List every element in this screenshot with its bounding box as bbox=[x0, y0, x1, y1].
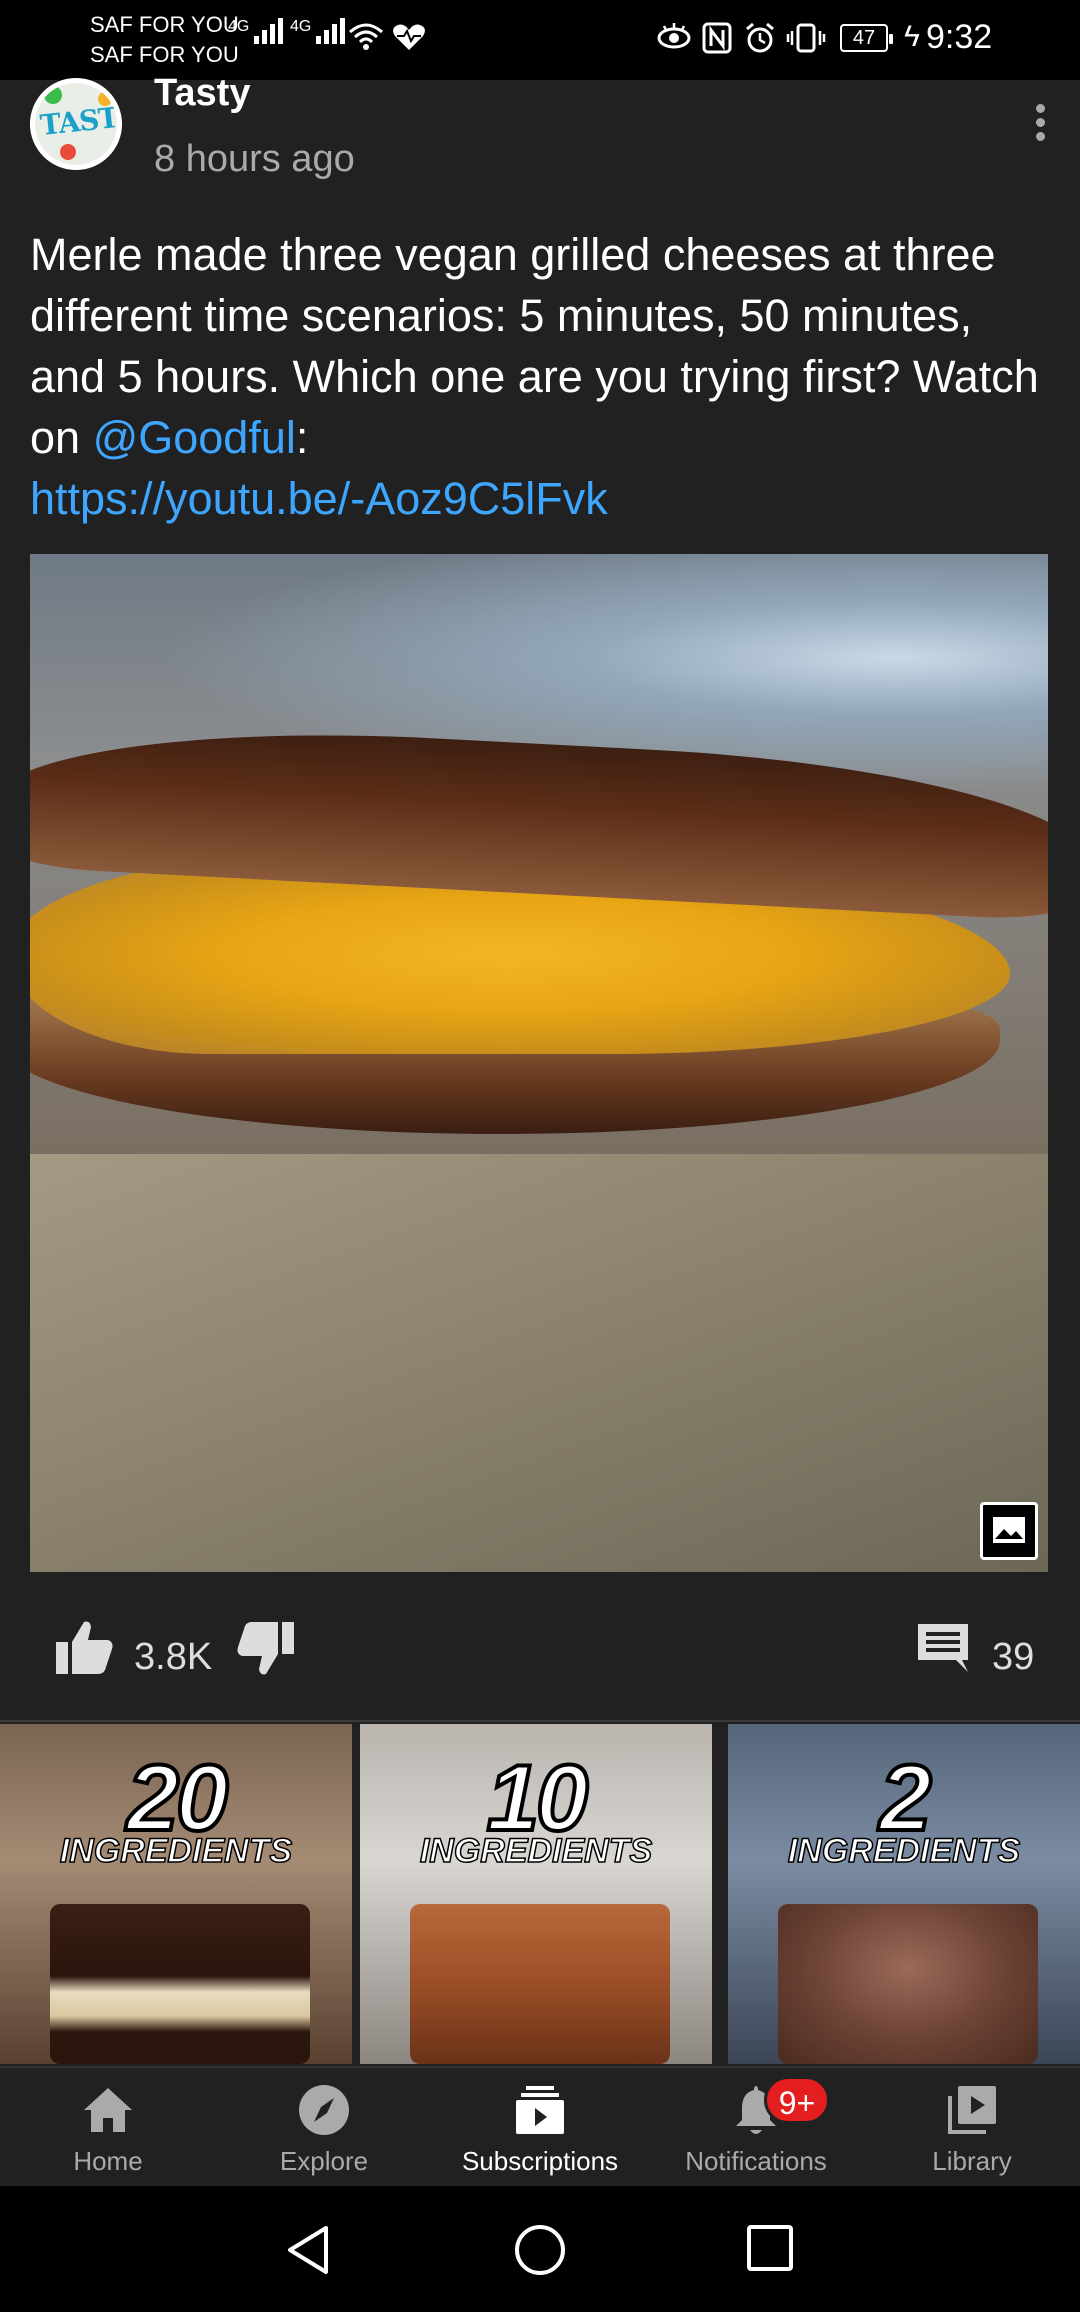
signal-1-icon: 4G bbox=[228, 18, 284, 44]
notifications-badge: 9+ bbox=[764, 2076, 830, 2124]
health-heart-icon bbox=[393, 24, 425, 50]
nav-subscriptions-label: Subscriptions bbox=[461, 2146, 619, 2176]
carrier-2: SAF FOR YOU bbox=[90, 42, 239, 67]
carrier-1: SAF FOR YOU bbox=[90, 12, 239, 37]
nav-library[interactable]: Library bbox=[864, 2068, 1080, 2186]
carrier-labels: SAF FOR YOU SAF FOR YOU bbox=[90, 10, 239, 70]
network-2-label: 4G bbox=[290, 18, 312, 35]
like-icon[interactable] bbox=[54, 1618, 114, 1676]
comment-count: 39 bbox=[992, 1636, 1035, 1678]
comment-icon[interactable] bbox=[916, 1620, 970, 1674]
recents-icon[interactable] bbox=[746, 2224, 794, 2272]
subscriptions-icon bbox=[516, 2086, 564, 2134]
eye-comfort-icon bbox=[657, 23, 691, 49]
library-icon bbox=[948, 2086, 996, 2134]
nav-library-label: Library bbox=[932, 2146, 1012, 2176]
nav-subscriptions[interactable]: Subscriptions bbox=[432, 2068, 648, 2186]
thumbnail-label: INGREDIENTS bbox=[419, 1831, 653, 1871]
home-circle-icon[interactable] bbox=[514, 2224, 566, 2276]
mention-link[interactable]: @Goodful bbox=[93, 412, 296, 463]
divider bbox=[0, 1720, 1080, 1722]
signal-2-icon: 4G bbox=[290, 18, 346, 44]
post-timestamp: 8 hours ago bbox=[154, 138, 355, 180]
nav-explore-label: Explore bbox=[279, 2146, 369, 2176]
brownie-image bbox=[778, 1904, 1038, 2064]
wifi-icon bbox=[349, 23, 383, 50]
nfc-icon bbox=[702, 22, 732, 54]
post-image[interactable] bbox=[30, 554, 1048, 1572]
battery-indicator: 47 bbox=[840, 24, 893, 52]
thumbnail-10-ingredients[interactable]: 10 INGREDIENTS bbox=[360, 1724, 712, 2064]
image-icon bbox=[980, 1502, 1038, 1560]
home-icon bbox=[84, 2088, 132, 2132]
brownie-image bbox=[410, 1904, 670, 2064]
nav-explore[interactable]: Explore bbox=[216, 2068, 432, 2186]
post-text: Merle made three vegan grilled cheeses a… bbox=[30, 224, 1050, 529]
channel-name[interactable]: Tasty bbox=[154, 72, 250, 115]
network-1-label: 4G bbox=[228, 18, 250, 35]
thumbnail-2-ingredients[interactable]: 2 INGREDIENTS bbox=[728, 1724, 1080, 2064]
nav-notifications-label: Notifications bbox=[685, 2146, 827, 2176]
status-bar: SAF FOR YOU SAF FOR YOU 4G 4G 47 ϟ 9:32 bbox=[0, 0, 1080, 80]
compass-icon bbox=[299, 2085, 349, 2135]
nav-notifications[interactable]: Notifications bbox=[648, 2068, 864, 2186]
post-actions: 3.8K 39 bbox=[0, 1598, 1080, 1718]
thumbnail-20-ingredients[interactable]: 20 INGREDIENTS bbox=[0, 1724, 352, 2064]
video-url-link[interactable]: https://youtu.be/-Aoz9C5lFvk bbox=[30, 473, 608, 524]
table-surface bbox=[30, 1154, 1048, 1572]
brownie-image bbox=[50, 1904, 310, 2064]
back-icon[interactable] bbox=[284, 2224, 332, 2276]
thumbnail-label: INGREDIENTS bbox=[787, 1831, 1021, 1871]
like-count: 3.8K bbox=[134, 1636, 213, 1678]
charging-icon: ϟ bbox=[904, 20, 920, 53]
nav-home[interactable]: Home bbox=[0, 2068, 216, 2186]
related-thumbnails: 20 INGREDIENTS 10 INGREDIENTS 2 INGREDIE… bbox=[0, 1724, 1080, 2064]
dislike-icon[interactable] bbox=[236, 1620, 296, 1678]
mention-suffix: : bbox=[295, 412, 309, 463]
channel-avatar[interactable]: TASTY bbox=[30, 78, 122, 170]
thumbnail-label: INGREDIENTS bbox=[59, 1831, 293, 1871]
more-options-icon[interactable] bbox=[1028, 104, 1052, 150]
alarm-icon bbox=[746, 22, 774, 53]
clock: 9:32 bbox=[926, 18, 993, 56]
bottom-navigation: Home Explore Subscriptions Notifications… bbox=[0, 2066, 1080, 2186]
nav-home-label: Home bbox=[73, 2146, 143, 2176]
system-navigation-bar bbox=[0, 2186, 1080, 2312]
vibrate-icon bbox=[786, 23, 826, 53]
